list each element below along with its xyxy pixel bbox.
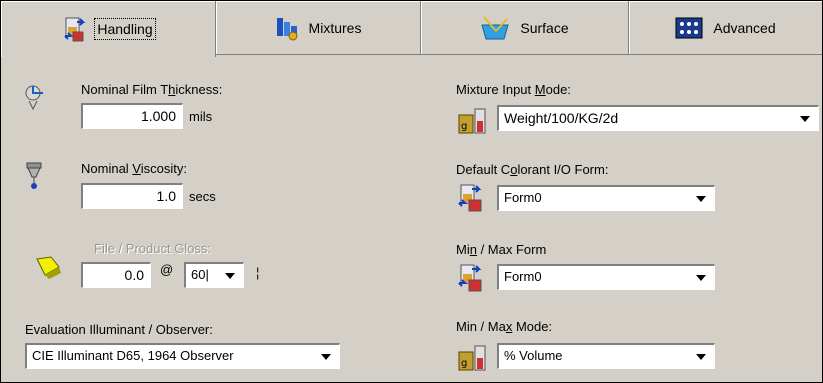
- minmax-mode-dropdown-arrow: [696, 354, 706, 360]
- tab-surface[interactable]: Surface: [421, 1, 629, 55]
- tab-mixtures[interactable]: Mixtures: [216, 1, 421, 55]
- tab-mixtures-label: Mixtures: [308, 19, 362, 36]
- tab-strip: Handling Mixtures Surface Advanced: [1, 1, 822, 57]
- svg-text:g: g: [461, 121, 467, 132]
- film-thickness-icon: [25, 85, 43, 111]
- colorant-form-value: Form0: [504, 190, 542, 205]
- minmax-form-select[interactable]: Form0: [497, 264, 715, 290]
- gloss-at-sign: @: [160, 262, 174, 277]
- viscosity-unit: secs: [189, 189, 216, 204]
- illuminant-value: CIE Illuminant D65, 1964 Observer: [32, 348, 234, 363]
- svg-text:g: g: [461, 358, 467, 369]
- mixture-mode-label: Mixture Input Mode:: [456, 82, 571, 97]
- tab-advanced-label: Advanced: [713, 19, 776, 36]
- mixture-mode-select[interactable]: Weight/100/KG/2d: [497, 105, 819, 131]
- colorant-form-select[interactable]: Form0: [497, 185, 715, 211]
- surface-icon: [481, 15, 510, 39]
- film-thickness-input[interactable]: 1.000: [81, 103, 183, 129]
- gloss-input[interactable]: 0.0: [81, 262, 151, 288]
- weight-scale-icon: g: [458, 345, 486, 371]
- weight-scale-icon: g: [458, 108, 486, 134]
- gloss-tail-mark: ¦: [256, 265, 260, 280]
- film-thickness-unit: mils: [189, 109, 213, 124]
- colorant-form-label: Default Colorant I/O Form:: [456, 162, 609, 177]
- gloss-angle-dropdown-arrow: [225, 273, 235, 279]
- illuminant-select[interactable]: CIE Illuminant D65, 1964 Observer: [25, 343, 340, 369]
- tab-surface-label: Surface: [520, 19, 569, 36]
- mixtures-icon: [276, 17, 298, 40]
- handling-settings-window: Handling Mixtures Surface Advanced Nomin…: [0, 0, 823, 383]
- minmax-mode-select[interactable]: % Volume: [497, 343, 715, 369]
- gloss-icon: [36, 256, 61, 279]
- minmax-form-value: Form0: [504, 269, 542, 284]
- beaker-arrows-icon: [458, 184, 482, 212]
- minmax-mode-value: % Volume: [504, 348, 563, 363]
- minmax-form-dropdown-arrow: [696, 275, 706, 281]
- tab-handling-label: Handling: [94, 18, 156, 40]
- mixture-mode-value: Weight/100/KG/2d: [504, 110, 619, 126]
- tab-advanced[interactable]: Advanced: [629, 1, 822, 55]
- viscosity-cup-icon: [26, 162, 42, 189]
- advanced-grid-icon: [675, 17, 703, 38]
- illuminant-dropdown-arrow: [321, 354, 331, 360]
- viscosity-input[interactable]: 1.0: [81, 183, 183, 209]
- minmax-form-label: Min / Max Form: [456, 242, 547, 257]
- film-thickness-label: Nominal Film Thickness:: [81, 82, 223, 97]
- beaker-arrows-icon: [64, 17, 86, 42]
- illuminant-label: Evaluation Illuminant / Observer:: [25, 322, 213, 337]
- mixture-mode-dropdown-arrow: [800, 116, 810, 122]
- beaker-arrows-icon: [458, 264, 482, 292]
- gloss-angle-value: 60|: [191, 267, 209, 282]
- handling-panel: Nominal Film Thickness: 1.000 mils Nomin…: [1, 57, 822, 382]
- tab-handling[interactable]: Handling: [1, 1, 216, 57]
- gloss-angle-select[interactable]: 60|: [184, 262, 244, 288]
- colorant-form-dropdown-arrow: [696, 196, 706, 202]
- gloss-label: File / Product Gloss:: [94, 241, 212, 256]
- viscosity-label: Nominal Viscosity:: [81, 161, 187, 176]
- minmax-mode-label: Min / Max Mode:: [456, 319, 553, 334]
